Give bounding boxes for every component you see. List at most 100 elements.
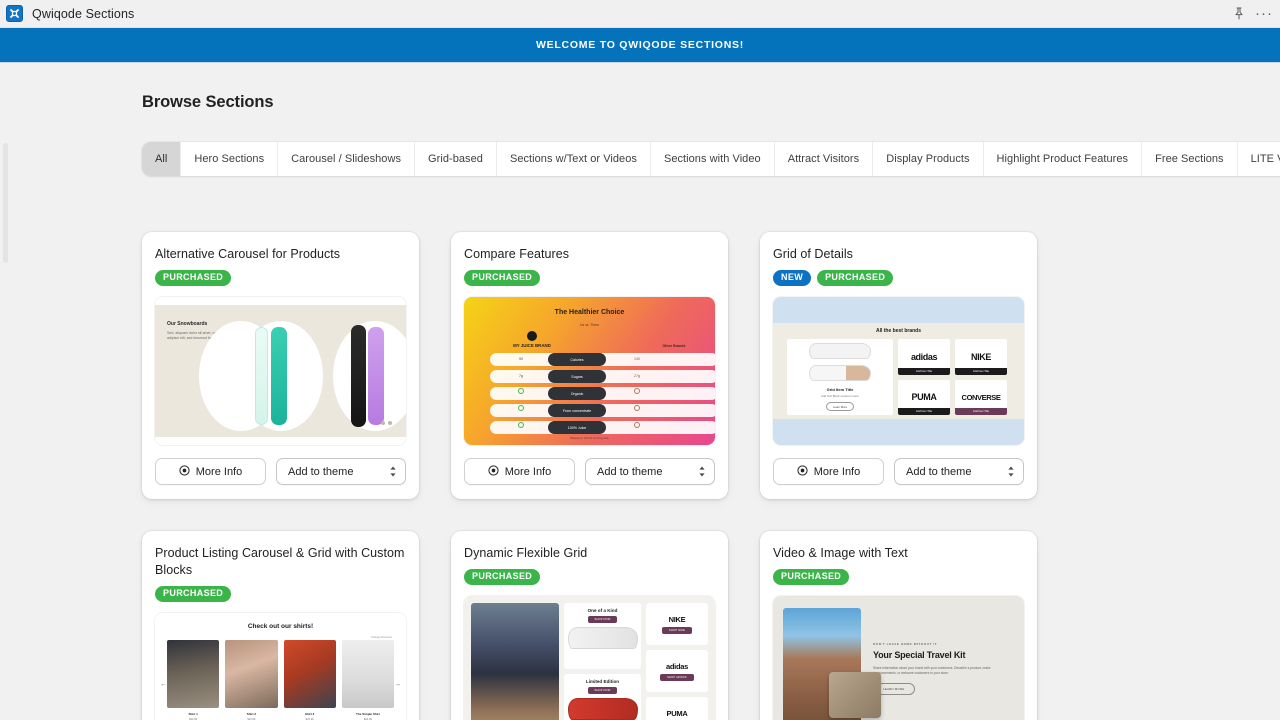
- tab-hero-sections[interactable]: Hero Sections: [181, 142, 279, 176]
- brand-tile[interactable]: adidas SHOP ADIDAS: [646, 650, 708, 692]
- tab-carousel-slideshows[interactable]: Carousel / Slideshows: [278, 142, 416, 176]
- brand-name: adidas: [910, 351, 938, 362]
- add-to-theme-select[interactable]: Add to theme: [585, 458, 715, 485]
- more-info-button[interactable]: More Info: [155, 458, 266, 485]
- shop-now-button[interactable]: SHOP NOW: [587, 686, 618, 694]
- status-badge: PURCHASED: [773, 569, 850, 585]
- pin-icon[interactable]: [1231, 6, 1247, 22]
- check-icon: [518, 388, 524, 394]
- card-badges: PURCHASED: [464, 270, 715, 286]
- section-card[interactable]: Alternative Carousel for Products PURCHA…: [142, 232, 419, 499]
- row-feature: Sugars: [548, 370, 606, 383]
- brand-cell: adidas Grid Item Title: [898, 339, 950, 375]
- card-thumbnail[interactable]: DON'T LEAVE HOME WITHOUT IT Your Special…: [773, 596, 1024, 720]
- tab-grid-based[interactable]: Grid-based: [415, 142, 497, 176]
- card-thumbnail[interactable]: One of a Kind SHOP NOW Limited Edition S…: [464, 596, 715, 720]
- add-to-theme-select[interactable]: Add to theme: [276, 458, 406, 485]
- card-title: Grid of Details: [773, 247, 853, 261]
- shop-now-button[interactable]: SHOP NOW: [587, 616, 618, 623]
- section-card[interactable]: Compare Features PURCHASED The Healthier…: [451, 232, 728, 499]
- carousel-prev-arrow[interactable]: ←: [160, 681, 167, 688]
- more-info-button[interactable]: More Info: [464, 458, 575, 485]
- card-badges: PURCHASED: [773, 569, 1024, 585]
- add-to-theme-select[interactable]: Add to theme: [894, 458, 1024, 485]
- shoe-image: [567, 697, 638, 720]
- status-badge: NEW: [773, 270, 812, 286]
- more-info-label: More Info: [813, 465, 861, 478]
- app-title: Qwiqode Sections: [32, 6, 135, 21]
- promo-tile[interactable]: Limited Edition SHOP NOW: [564, 673, 641, 720]
- card-badges: PURCHASED: [464, 569, 715, 585]
- brand-tile[interactable]: NIKE SHOP NIKE: [646, 603, 708, 645]
- more-info-button[interactable]: More Info: [773, 458, 884, 485]
- section-filter-tabs: All Hero Sections Carousel / Slideshows …: [142, 142, 1280, 176]
- lifestyle-image: [471, 603, 559, 720]
- status-badge: PURCHASED: [464, 270, 541, 286]
- row-theirs: 140: [634, 357, 640, 361]
- thumb-subheading: Us vs. Them: [580, 323, 599, 327]
- shop-brand-button[interactable]: SHOP ADIDAS: [660, 673, 694, 681]
- feature-cell: Grid Item Title Add Text Block content i…: [787, 339, 893, 415]
- target-icon: [179, 464, 190, 479]
- brand-name: PUMA: [666, 708, 688, 718]
- card-thumbnail[interactable]: The Healthier Choice Us vs. Them MY JUIC…: [464, 297, 715, 445]
- brand-name: PUMA: [911, 392, 937, 403]
- status-badge: PURCHASED: [817, 270, 894, 286]
- brand-name: MY JUICE BRAND: [513, 343, 551, 348]
- carousel-next-arrow[interactable]: →: [394, 681, 401, 688]
- tab-highlight-product-features[interactable]: Highlight Product Features: [983, 142, 1143, 176]
- cell-label: Grid Item Title: [955, 408, 1007, 415]
- product-image: [341, 640, 394, 708]
- check-icon: [518, 422, 524, 428]
- product-image: [167, 640, 220, 708]
- card-actions: More Info Add to theme: [464, 458, 715, 485]
- card-thumbnail[interactable]: Our Snowboards Sed, aliquam dolor sit am…: [155, 297, 406, 445]
- tab-free-sections[interactable]: Free Sections: [1142, 142, 1238, 176]
- product-image: [225, 640, 278, 708]
- other-brands-label: Other Brands: [662, 344, 686, 348]
- product-name: The Simple Shirt: [356, 712, 380, 716]
- travel-kit-image: [829, 672, 881, 718]
- section-card[interactable]: Dynamic Flexible Grid PURCHASED One of a…: [451, 531, 728, 720]
- product-item: Shirt 2 $24.99: [225, 640, 278, 720]
- thumb-heading: Our Snowboards: [167, 321, 208, 327]
- product-item: Shirt 3 $24.99: [283, 640, 336, 720]
- carousel-dots[interactable]: [381, 421, 392, 425]
- card-thumbnail[interactable]: All the best brands Grid Item Title Add …: [773, 297, 1024, 445]
- sections-grid: Alternative Carousel for Products PURCHA…: [142, 232, 1138, 720]
- tab-sections-with-text-or-videos[interactable]: Sections w/Text or Videos: [496, 142, 651, 176]
- card-thumbnail[interactable]: Check out our shirts! Change Reviews ← →…: [155, 613, 406, 720]
- tab-attract-visitors[interactable]: Attract Visitors: [774, 142, 874, 176]
- section-card[interactable]: Product Listing Carousel & Grid with Cus…: [142, 531, 419, 720]
- feature-title: Grid Item Title: [826, 386, 854, 392]
- brand-tile[interactable]: PUMA SHOP PUMA: [646, 697, 708, 720]
- feature-body: Add Text Block content in here: [821, 393, 859, 398]
- tab-all[interactable]: All: [142, 142, 182, 176]
- page-title: Browse Sections: [142, 93, 274, 111]
- cell-label: Grid Item Title: [955, 367, 1007, 375]
- dynamic-grid-preview: One of a Kind SHOP NOW Limited Edition S…: [464, 596, 715, 720]
- add-to-theme-label: Add to theme: [906, 465, 972, 478]
- section-card[interactable]: Grid of Details NEW PURCHASED All the be…: [760, 232, 1037, 499]
- chevron-updown-icon: [389, 465, 397, 478]
- tab-sections-with-video[interactable]: Sections with Video: [650, 142, 775, 176]
- thumb-heading: Check out our shirts!: [247, 623, 314, 630]
- shop-brand-button[interactable]: SHOP NIKE: [662, 626, 692, 634]
- brand-name: CONVERSE: [961, 392, 1001, 402]
- row-feature: 100% Juice: [548, 421, 606, 434]
- row-feature: From concentrate: [548, 404, 606, 417]
- thumb-tiny-label: Change Reviews: [370, 635, 392, 639]
- welcome-banner-text: WELCOME TO QWIQODE SECTIONS!: [535, 39, 745, 51]
- more-info-label: More Info: [504, 465, 552, 478]
- vertical-scrollbar[interactable]: [3, 143, 8, 263]
- more-options-icon[interactable]: ···: [1255, 6, 1272, 22]
- tab-lite-versions[interactable]: LITE Versions: [1237, 142, 1280, 176]
- learn-more-button[interactable]: Learn More: [825, 401, 855, 412]
- brand-name: adidas: [666, 661, 688, 671]
- promo-tile[interactable]: One of a Kind SHOP NOW: [564, 603, 641, 669]
- card-title: Video & Image with Text: [773, 546, 908, 560]
- tab-display-products[interactable]: Display Products: [873, 142, 984, 176]
- section-card[interactable]: Video & Image with Text PURCHASED DON'T …: [760, 531, 1037, 720]
- product-image: [283, 640, 336, 708]
- product-name: Shirt 3: [304, 712, 315, 716]
